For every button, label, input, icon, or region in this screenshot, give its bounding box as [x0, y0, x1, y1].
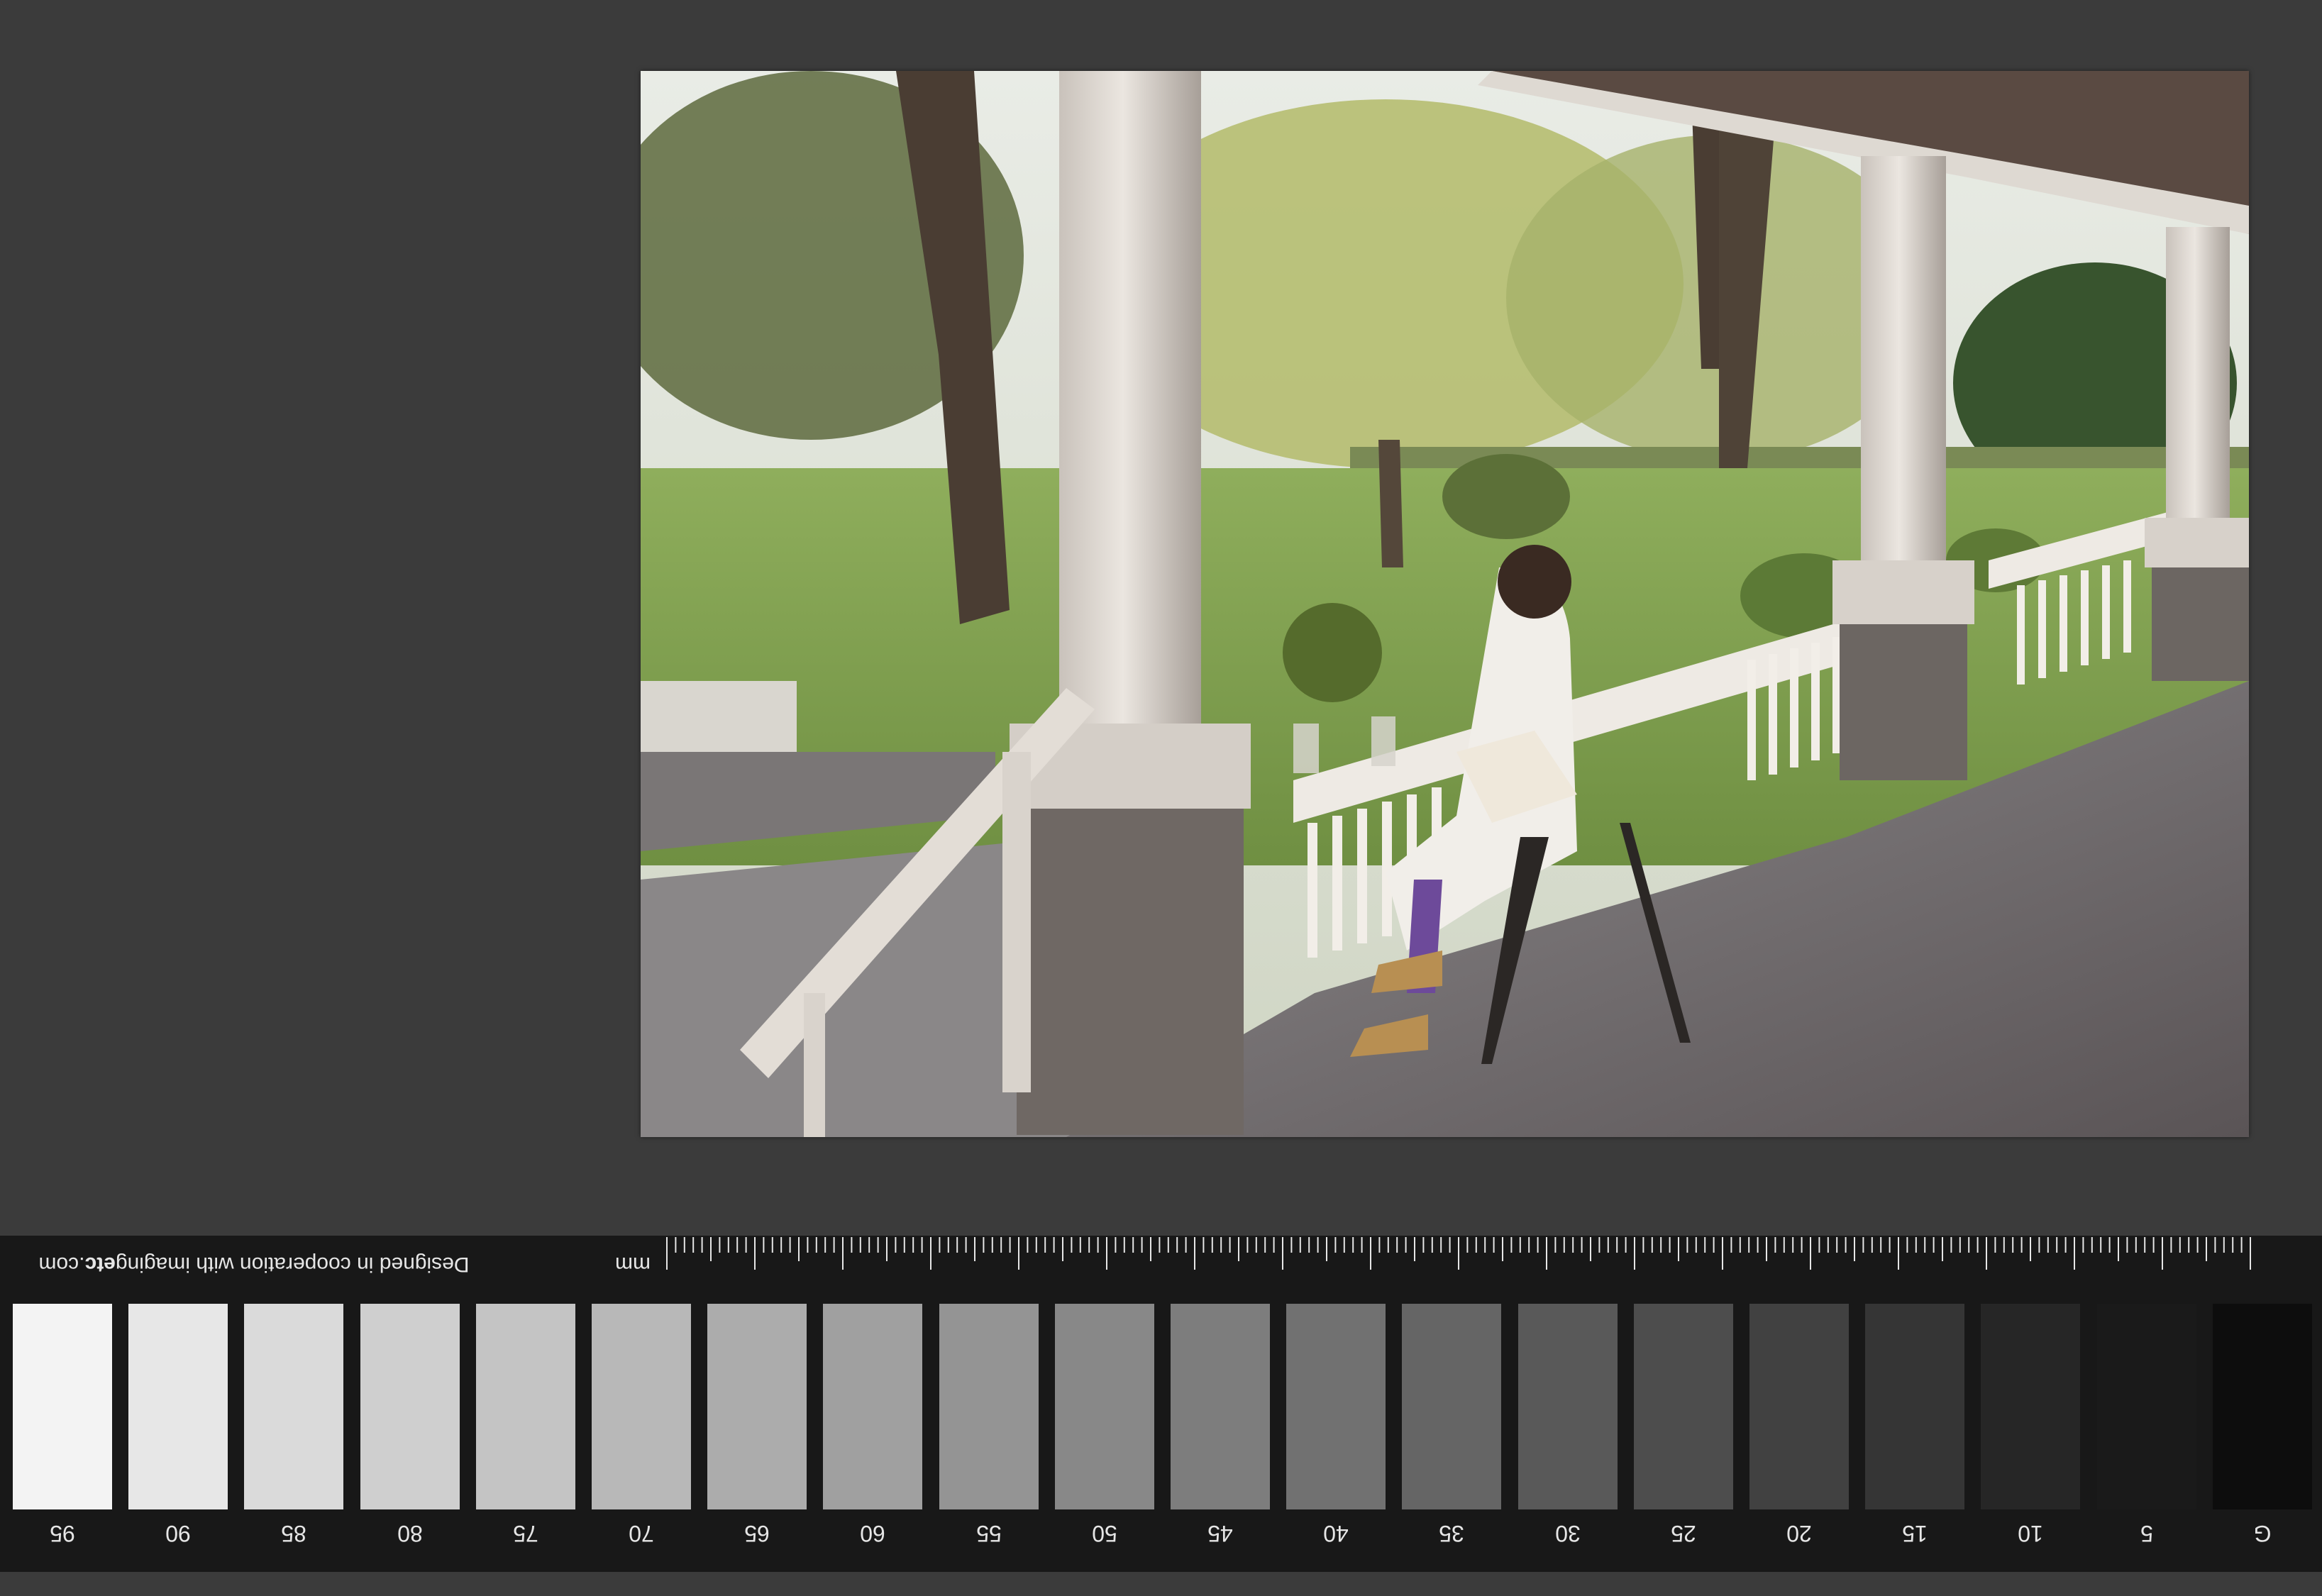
- patch-label: 90: [165, 1521, 191, 1546]
- credit-text: Designed in cooperation with imagingetc.…: [38, 1253, 470, 1276]
- patch-label: G: [2253, 1521, 2272, 1546]
- gray-patch: [1054, 1304, 1154, 1509]
- patch-label: 80: [397, 1521, 423, 1546]
- ruler-strip: Designed in cooperation with imagingetc.…: [0, 1236, 2322, 1291]
- gray-patch: [2096, 1304, 2196, 1509]
- gray-patch: [475, 1304, 575, 1509]
- patch-label: 95: [50, 1521, 75, 1546]
- patch-label: 35: [1439, 1521, 1465, 1546]
- color-target-card: Designed in cooperation with imagingetc.…: [0, 1236, 2322, 1572]
- gray-patch: [1865, 1304, 1965, 1509]
- gray-patch: [939, 1304, 1039, 1509]
- gray-patch: [1981, 1304, 2081, 1509]
- gray-patch: [1749, 1304, 1849, 1509]
- patch-label: 70: [629, 1521, 654, 1546]
- gray-patch: [707, 1304, 807, 1509]
- gray-patch: [1633, 1304, 1733, 1509]
- patch-label: 55: [975, 1521, 1002, 1546]
- patch-label: 15: [1902, 1521, 1928, 1546]
- gray-patches: [0, 1304, 2322, 1517]
- gray-patch: [1171, 1304, 1270, 1509]
- gray-patch: [360, 1304, 460, 1509]
- patch-label: 75: [513, 1521, 538, 1546]
- gray-patch: [1286, 1304, 1386, 1509]
- gray-patch: [823, 1304, 923, 1509]
- gray-patch: [2212, 1304, 2312, 1509]
- patch-label: 5: [2140, 1521, 2153, 1546]
- patch-labels: 95 90 85 80 75 70 65 60 55 50 45 40 35 30 25 20 15 10 5 G: [0, 1514, 2322, 1556]
- patch-label: 65: [744, 1521, 770, 1546]
- patch-label: 25: [1671, 1521, 1696, 1546]
- gray-patch: [1402, 1304, 1502, 1509]
- patch-label: 50: [1092, 1521, 1117, 1546]
- gray-patch: [1517, 1304, 1618, 1509]
- gray-patch: [13, 1304, 112, 1509]
- patch-label: 10: [2018, 1521, 2044, 1546]
- patch-label: 30: [1554, 1521, 1581, 1546]
- gray-patch: [592, 1304, 691, 1509]
- gray-patch: [128, 1304, 228, 1509]
- unit-label: mm: [615, 1253, 651, 1276]
- patch-label: 60: [860, 1521, 886, 1546]
- patch-label: 45: [1207, 1521, 1233, 1546]
- patch-label: 85: [281, 1521, 307, 1546]
- porch-photograph: [641, 71, 2249, 1137]
- mm-ruler: [666, 1237, 2251, 1270]
- gray-patch: [244, 1304, 344, 1509]
- patch-label: 40: [1323, 1521, 1349, 1546]
- patch-label: 20: [1786, 1521, 1812, 1546]
